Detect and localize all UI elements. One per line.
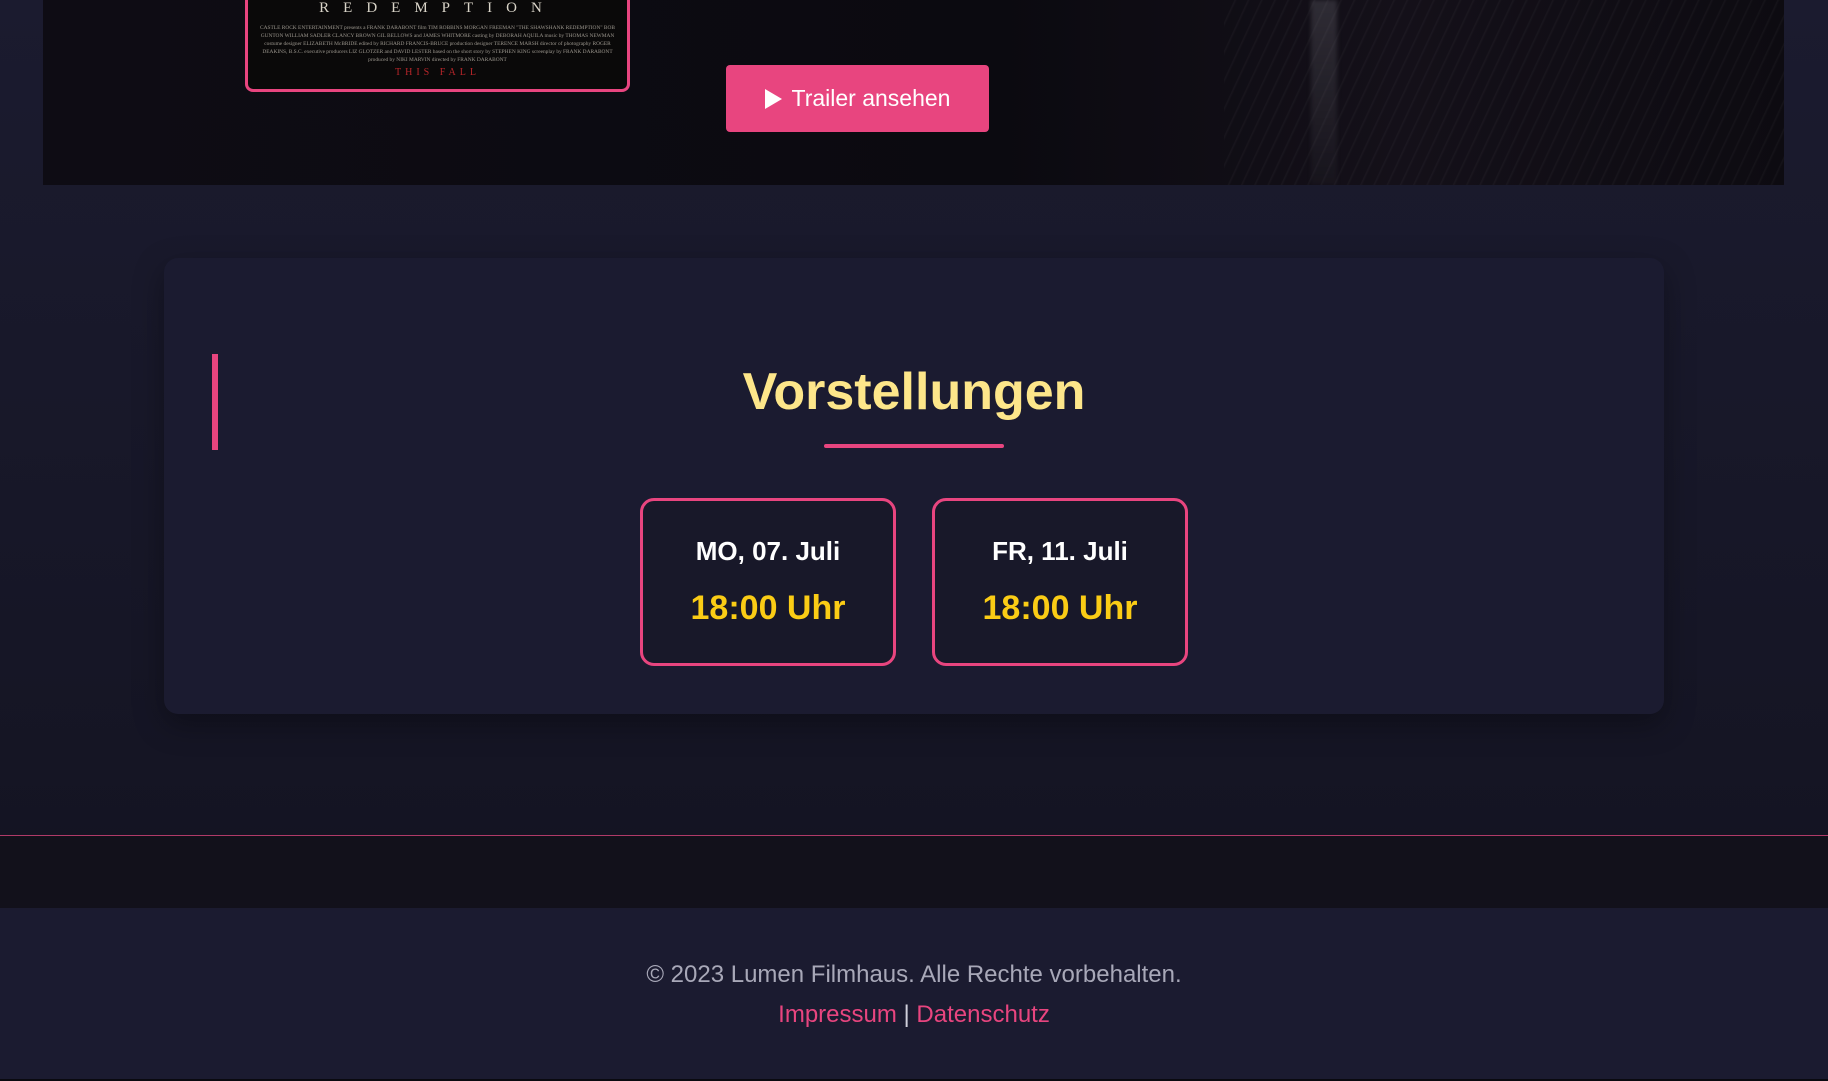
showtime-time: 18:00 Uhr xyxy=(982,589,1138,627)
footer-links: Impressum | Datenschutz xyxy=(0,1001,1828,1029)
hero-background-streak xyxy=(1311,0,1337,185)
footer-top-band xyxy=(0,836,1828,908)
showtimes-section: Vorstellungen MO, 07. Juli 18:00 Uhr FR,… xyxy=(164,258,1664,714)
datenschutz-link[interactable]: Datenschutz xyxy=(916,1001,1049,1028)
copyright-text: © 2023 Lumen Filmhaus. Alle Rechte vorbe… xyxy=(646,961,1182,988)
poster-title: REDEMPTION xyxy=(319,0,556,16)
showtime-day: MO, 07. Juli xyxy=(695,536,841,566)
section-title: Vorstellungen xyxy=(742,363,1086,421)
site-footer: © 2023 Lumen Filmhaus. Alle Rechte vorbe… xyxy=(0,908,1828,1081)
title-underline xyxy=(824,444,1004,448)
impressum-link[interactable]: Impressum xyxy=(778,1001,897,1028)
movie-poster: REDEMPTION CASTLE ROCK ENTERTAINMENT pre… xyxy=(245,0,630,92)
showtime-card[interactable]: FR, 11. Juli 18:00 Uhr xyxy=(932,498,1188,666)
hero-background-image xyxy=(1224,0,1784,185)
trailer-button[interactable]: Trailer ansehen xyxy=(726,65,989,132)
play-icon xyxy=(764,88,782,109)
showtime-time: 18:00 Uhr xyxy=(690,589,846,627)
poster-credits: CASTLE ROCK ENTERTAINMENT presents a FRA… xyxy=(260,25,615,63)
movie-hero: REDEMPTION CASTLE ROCK ENTERTAINMENT pre… xyxy=(43,0,1784,185)
link-separator: | xyxy=(903,1001,917,1028)
showtime-card[interactable]: MO, 07. Juli 18:00 Uhr xyxy=(640,498,896,666)
showtime-day: FR, 11. Juli xyxy=(992,536,1128,566)
poster-tagline: THIS FALL xyxy=(395,67,480,78)
trailer-button-label: Trailer ansehen xyxy=(791,85,951,111)
page: REDEMPTION CASTLE ROCK ENTERTAINMENT pre… xyxy=(0,0,1828,1081)
